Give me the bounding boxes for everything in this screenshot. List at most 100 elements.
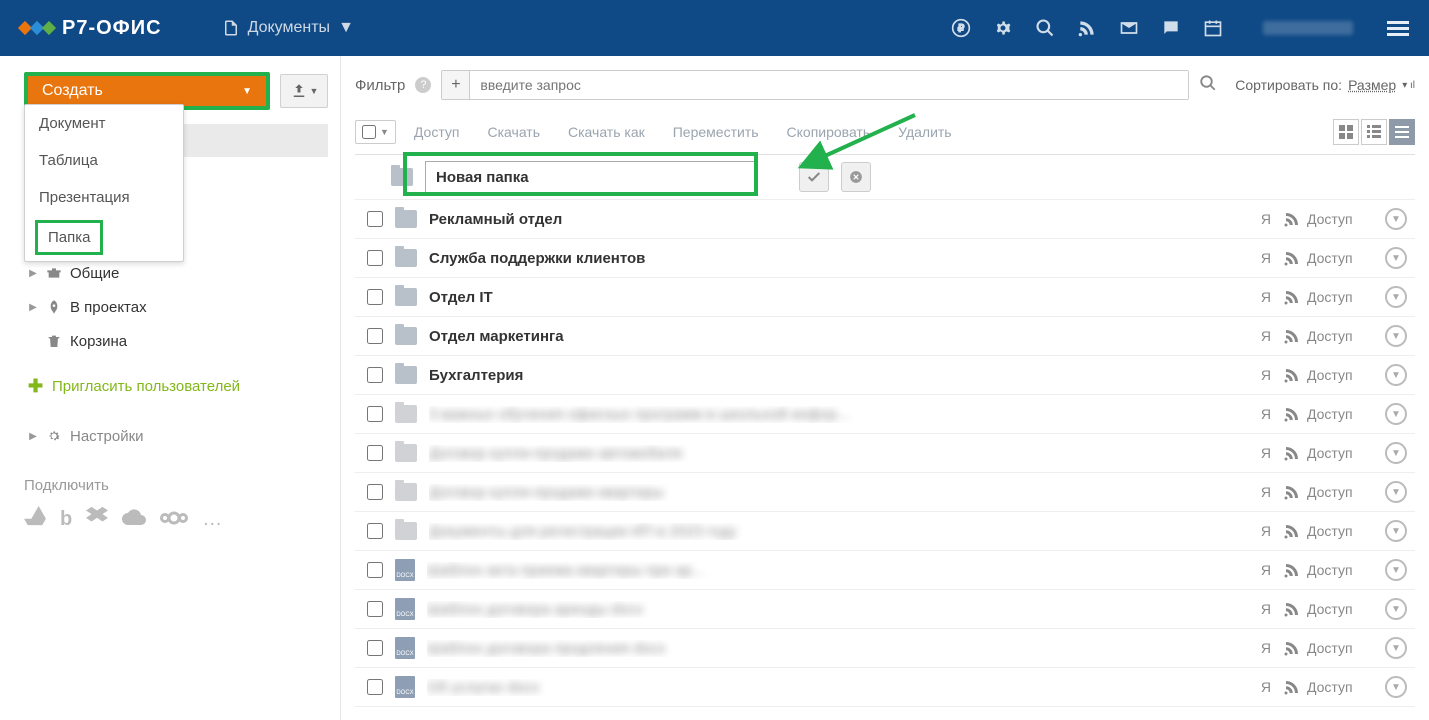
toolbar-copy[interactable]: Скопировать (777, 118, 881, 146)
toolbar-download-as[interactable]: Скачать как (558, 118, 655, 146)
row-menu-button[interactable]: ▼ (1385, 559, 1415, 581)
row-checkbox[interactable] (367, 406, 383, 422)
file-row[interactable]: DOCXШаблон договора аренды docxЯДоступ▼ (355, 590, 1415, 629)
row-menu-button[interactable]: ▼ (1385, 481, 1415, 503)
row-checkbox[interactable] (367, 562, 383, 578)
currency-icon[interactable]: ₽ (951, 18, 971, 38)
row-menu-button[interactable]: ▼ (1385, 208, 1415, 230)
app-logo[interactable]: Р7-ОФИС (20, 17, 162, 40)
new-folder-input[interactable] (425, 161, 755, 193)
row-checkbox[interactable] (367, 484, 383, 500)
file-name[interactable]: Шаблон договора аренды docx (427, 601, 1219, 618)
file-name[interactable]: Документы для регистрации ИП в 2023 году (429, 523, 1219, 540)
file-access-button[interactable]: Доступ (1283, 288, 1373, 306)
upload-button[interactable]: ▼ (280, 74, 328, 108)
file-access-button[interactable]: Доступ (1283, 444, 1373, 462)
sort-control[interactable]: Сортировать по: Размер ▾ ıl (1235, 77, 1415, 93)
file-access-button[interactable]: Доступ (1283, 249, 1373, 267)
row-menu-button[interactable]: ▼ (1385, 325, 1415, 347)
chat-icon[interactable] (1161, 18, 1181, 38)
file-row[interactable]: БухгалтерияЯДоступ▼ (355, 356, 1415, 395)
file-access-button[interactable]: Доступ (1283, 405, 1373, 423)
select-all-input[interactable] (362, 125, 376, 139)
sort-value[interactable]: Размер (1348, 77, 1396, 93)
row-menu-button[interactable]: ▼ (1385, 598, 1415, 620)
filter-add-button[interactable]: + (442, 71, 470, 99)
file-access-button[interactable]: Доступ (1283, 600, 1373, 618)
view-compact-button[interactable] (1361, 119, 1387, 145)
row-checkbox[interactable] (367, 523, 383, 539)
user-name-blurred[interactable] (1263, 21, 1353, 35)
row-checkbox[interactable] (367, 640, 383, 656)
file-name[interactable]: Договор купли-продажи квартиры (429, 484, 1219, 501)
file-row[interactable]: DOCXШаблон акта приема квартиры при ар..… (355, 551, 1415, 590)
menu-item-folder[interactable]: Папка (35, 220, 103, 255)
toolbar-move[interactable]: Переместить (663, 118, 769, 146)
tree-in-projects[interactable]: ▶ В проектах (24, 290, 328, 324)
file-name[interactable]: Рекламный отдел (429, 211, 1219, 228)
file-row[interactable]: 3 важных обучения офисных программ в шко… (355, 395, 1415, 434)
dropbox-icon[interactable] (86, 506, 108, 532)
file-row[interactable]: Договор купли-продажи квартирыЯДоступ▼ (355, 473, 1415, 512)
menu-item-presentation[interactable]: Презентация (25, 179, 183, 216)
file-name[interactable]: Отдел маркетинга (429, 328, 1219, 345)
tree-invite-users[interactable]: ✚ Пригласить пользователей (24, 368, 328, 405)
file-access-button[interactable]: Доступ (1283, 522, 1373, 540)
file-row[interactable]: Рекламный отделЯДоступ▼ (355, 200, 1415, 239)
file-row[interactable]: Отдел ITЯДоступ▼ (355, 278, 1415, 317)
confirm-button[interactable] (799, 162, 829, 192)
file-row[interactable]: DOCXОб услугах docxЯДоступ▼ (355, 668, 1415, 707)
file-access-button[interactable]: Доступ (1283, 210, 1373, 228)
row-checkbox[interactable] (367, 328, 383, 344)
nextcloud-icon[interactable] (160, 508, 188, 531)
file-row[interactable]: Документы для регистрации ИП в 2023 году… (355, 512, 1415, 551)
row-menu-button[interactable]: ▼ (1385, 247, 1415, 269)
file-name[interactable]: Служба поддержки клиентов (429, 250, 1219, 267)
row-checkbox[interactable] (367, 601, 383, 617)
file-name[interactable]: Об услугах docx (427, 679, 1219, 696)
search-button[interactable] (1199, 74, 1217, 97)
file-name[interactable]: Шаблон договора продления docx (427, 640, 1219, 657)
file-row[interactable]: Отдел маркетингаЯДоступ▼ (355, 317, 1415, 356)
file-access-button[interactable]: Доступ (1283, 483, 1373, 501)
file-name[interactable]: Договор купли-продажи автомобиля (429, 445, 1219, 462)
row-checkbox[interactable] (367, 679, 383, 695)
row-menu-button[interactable]: ▼ (1385, 403, 1415, 425)
tree-settings[interactable]: ▶ Настройки (24, 419, 328, 453)
tree-trash[interactable]: Корзина (24, 324, 328, 358)
file-access-button[interactable]: Доступ (1283, 678, 1373, 696)
row-checkbox[interactable] (367, 211, 383, 227)
row-checkbox[interactable] (367, 367, 383, 383)
file-name[interactable]: 3 важных обучения офисных программ в шко… (429, 406, 1219, 423)
toolbar-download[interactable]: Скачать (478, 118, 551, 146)
view-tiles-button[interactable] (1333, 119, 1359, 145)
row-menu-button[interactable]: ▼ (1385, 364, 1415, 386)
calendar-icon[interactable] (1203, 18, 1223, 38)
select-all-checkbox[interactable]: ▼ (355, 120, 396, 144)
file-access-button[interactable]: Доступ (1283, 561, 1373, 579)
file-row[interactable]: DOCXШаблон договора продления docxЯДосту… (355, 629, 1415, 668)
row-menu-button[interactable]: ▼ (1385, 637, 1415, 659)
row-checkbox[interactable] (367, 445, 383, 461)
feed-icon[interactable] (1077, 18, 1097, 38)
file-name[interactable]: Бухгалтерия (429, 367, 1219, 384)
row-menu-button[interactable]: ▼ (1385, 676, 1415, 698)
cancel-button[interactable] (841, 162, 871, 192)
filter-input[interactable] (470, 71, 1188, 99)
file-access-button[interactable]: Доступ (1283, 366, 1373, 384)
box-icon[interactable]: b (60, 508, 72, 531)
row-checkbox[interactable] (367, 289, 383, 305)
nav-documents-dropdown[interactable]: Документы ▼ (222, 19, 354, 37)
search-icon[interactable] (1035, 18, 1055, 38)
gear-icon[interactable] (993, 18, 1013, 38)
toolbar-delete[interactable]: Удалить (888, 118, 961, 146)
row-menu-button[interactable]: ▼ (1385, 520, 1415, 542)
row-checkbox[interactable] (367, 250, 383, 266)
menu-item-document[interactable]: Документ (25, 105, 183, 142)
sort-direction-icon[interactable]: ▾ ıl (1402, 80, 1415, 91)
file-row[interactable]: Служба поддержки клиентовЯДоступ▼ (355, 239, 1415, 278)
file-access-button[interactable]: Доступ (1283, 327, 1373, 345)
toolbar-access[interactable]: Доступ (404, 118, 470, 146)
mail-icon[interactable] (1119, 18, 1139, 38)
file-access-button[interactable]: Доступ (1283, 639, 1373, 657)
